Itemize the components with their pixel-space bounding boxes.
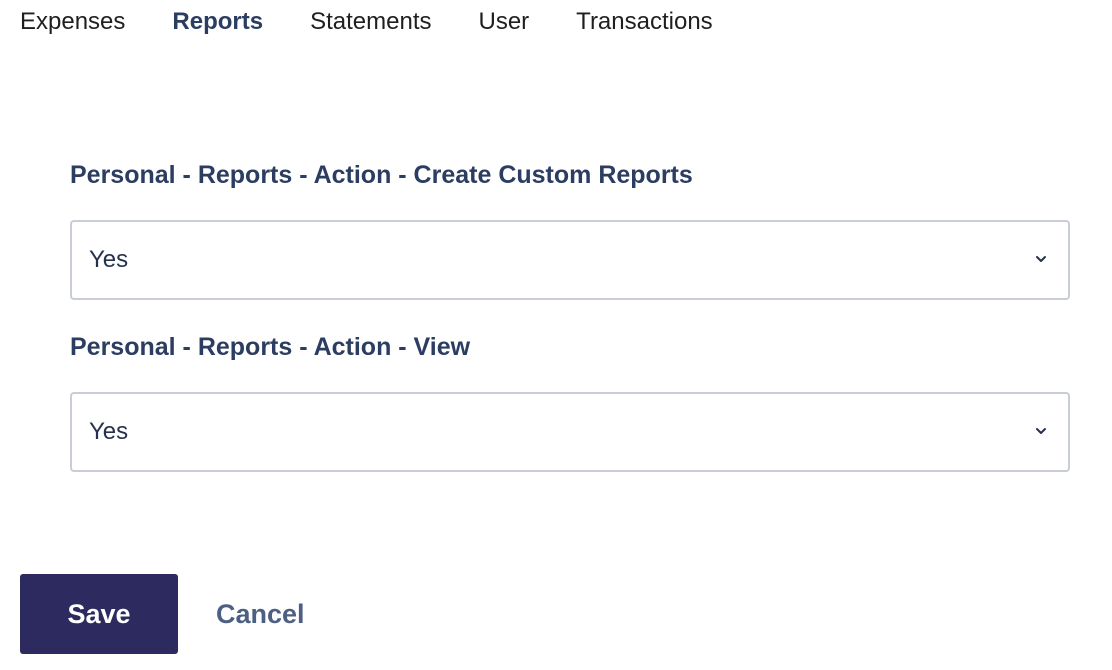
create-custom-reports-value: Yes — [89, 246, 129, 273]
chevron-down-icon — [1036, 256, 1046, 262]
tab-bar: Expenses Reports Statements User Transac… — [20, 0, 760, 44]
view-label: Personal - Reports - Action - View — [70, 333, 471, 361]
create-custom-reports-select[interactable]: Yes — [70, 220, 1070, 300]
view-field: Personal - Reports - Action - View Yes — [70, 332, 1070, 472]
create-custom-reports-label: Personal - Reports - Action - Create Cus… — [70, 161, 693, 189]
tab-transactions[interactable]: Transactions — [576, 0, 713, 44]
tab-reports[interactable]: Reports — [172, 0, 263, 44]
tab-expenses[interactable]: Expenses — [20, 0, 125, 44]
chevron-down-icon — [1036, 428, 1046, 434]
cancel-button[interactable]: Cancel — [216, 574, 305, 654]
tab-user[interactable]: User — [479, 0, 530, 44]
create-custom-reports-field: Personal - Reports - Action - Create Cus… — [70, 160, 1070, 300]
view-select[interactable]: Yes — [70, 392, 1070, 472]
tab-statements[interactable]: Statements — [310, 0, 431, 44]
view-value: Yes — [89, 418, 129, 445]
save-button[interactable]: Save — [20, 574, 178, 654]
